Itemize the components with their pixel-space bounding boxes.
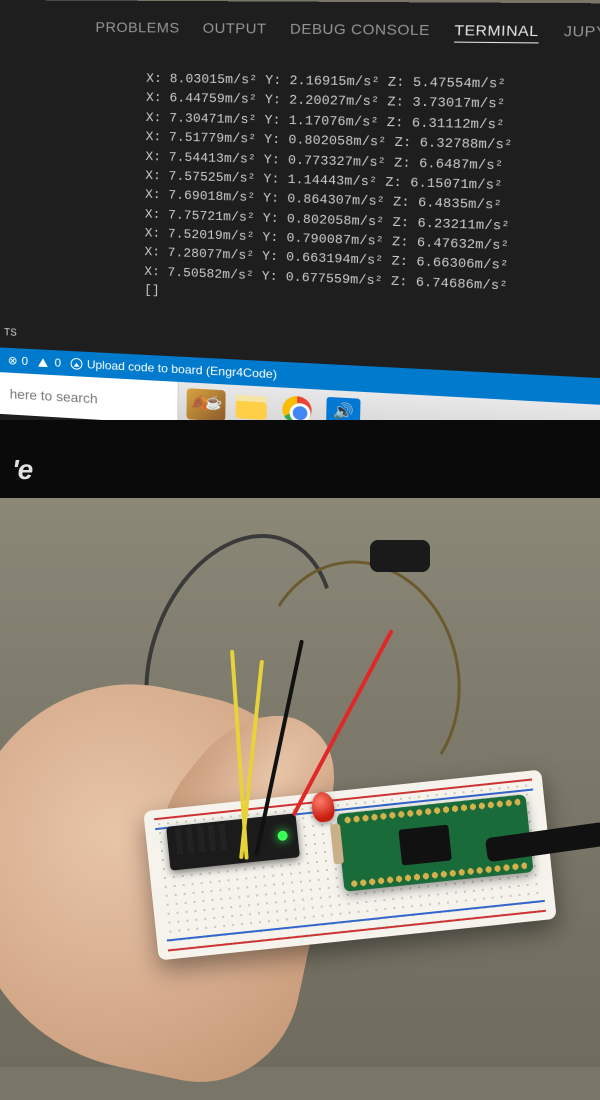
status-warnings-count: 0 [55,356,62,370]
panel-tabs: PROBLEMS OUTPUT DEBUG CONSOLE TERMINAL J… [0,0,600,53]
monitor-bezel [0,420,600,498]
status-errors[interactable]: ⊗ 0 [8,354,28,368]
tab-output[interactable]: OUTPUT [202,20,266,41]
autumn-mug-icon [186,388,225,421]
cable-clip [370,540,430,572]
tab-debug-console[interactable]: DEBUG CONSOLE [290,20,431,42]
sensor-header-pins [175,823,227,854]
upload-icon [71,358,83,370]
status-warnings[interactable]: 0 [38,355,61,370]
tab-terminal[interactable]: TERMINAL [454,22,539,44]
rp2040-chip [398,825,451,866]
monitor-brand-fragment: 'e [12,454,32,486]
terminal-output[interactable]: X: 8.03015m/s² Y: 2.16915m/s² Z: 5.47554… [0,46,600,322]
taskbar-app-seasonal[interactable] [184,386,227,423]
tab-jupyter[interactable]: JUPY [563,22,600,44]
folder-icon [236,395,267,420]
tab-problems[interactable]: PROBLEMS [95,19,179,40]
panel-side-label: TS [4,328,17,340]
status-errors-count: 0 [21,354,28,368]
taskbar-search[interactable]: here to search [0,372,179,424]
power-led-green [277,830,288,841]
taskbar-search-placeholder: here to search [10,386,98,406]
